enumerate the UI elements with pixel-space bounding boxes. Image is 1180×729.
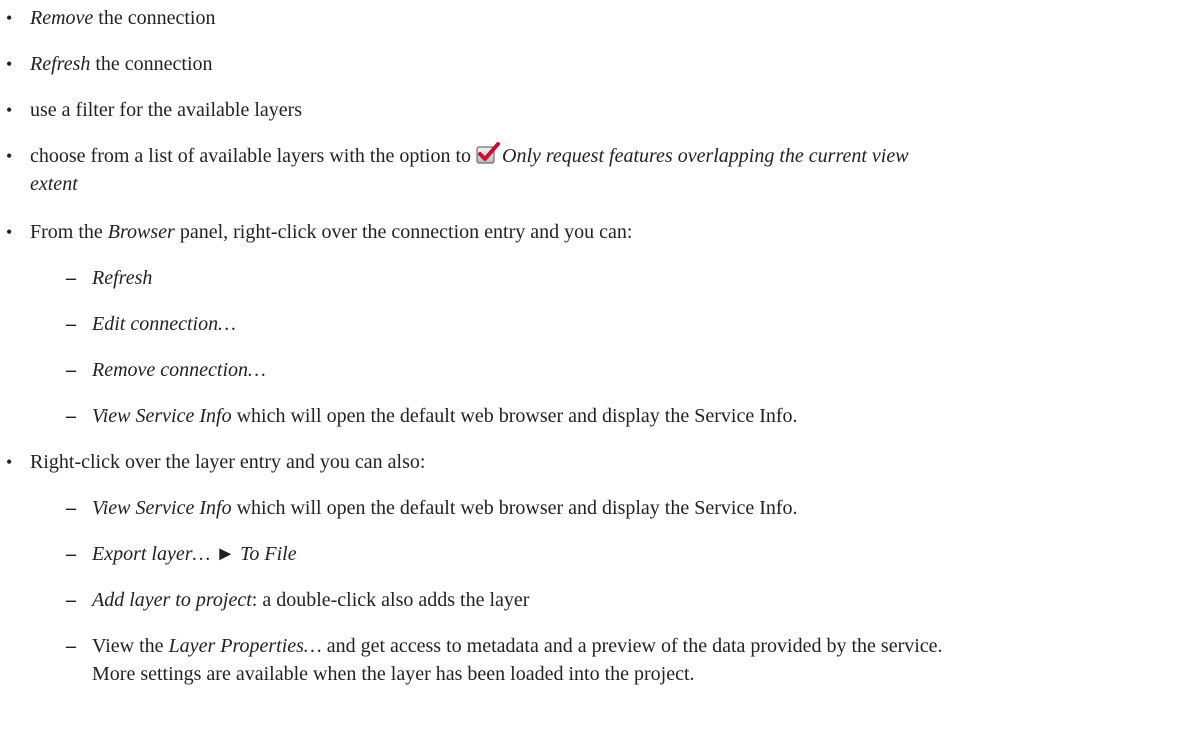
- dash-marker: –: [66, 543, 76, 565]
- dash-marker: –: [66, 405, 76, 427]
- dash-marker: –: [66, 635, 76, 657]
- item-text: the connection: [93, 7, 216, 29]
- context-menu-view-service-info: View Service Info: [92, 405, 232, 427]
- sub-list-item: – Edit connection…: [66, 310, 236, 338]
- dash-marker: –: [66, 313, 76, 335]
- item-text: use a filter for the available layers: [30, 99, 303, 121]
- context-menu-edit-connection: Edit connection…: [92, 313, 236, 335]
- list-item: • Right-click over the layer entry and y…: [6, 448, 425, 476]
- item-text-cont: More settings are available when the lay…: [92, 663, 695, 685]
- list-item: • From the Browser panel, right-click ov…: [6, 218, 632, 246]
- bullet-marker: •: [6, 100, 13, 120]
- item-text: choose from a list of available layers w…: [30, 145, 476, 167]
- sub-list-item: – Refresh: [66, 264, 152, 292]
- item-text: Right-click over the layer entry and you…: [30, 451, 426, 473]
- document-body: • Remove the connection • Refresh the co…: [0, 0, 1180, 729]
- layer-menu-layer-properties: Layer Properties…: [168, 635, 322, 657]
- sub-list-item: – Add layer to project: a double-click a…: [66, 586, 529, 614]
- menu-action-remove: Remove: [30, 7, 94, 29]
- dash-marker: –: [66, 589, 76, 611]
- item-text: View the: [92, 635, 169, 657]
- submenu-arrow: ►: [210, 543, 241, 565]
- layer-menu-view-service-info: View Service Info: [92, 497, 232, 519]
- item-text: and get access to metadata and a preview…: [321, 635, 943, 657]
- option-only-request-features: Only request features overlapping the cu…: [502, 145, 909, 167]
- sub-list-item: – Export layer… ► To File: [66, 540, 297, 568]
- list-item: • use a filter for the available layers: [6, 96, 302, 124]
- list-item: • Refresh the connection: [6, 50, 213, 78]
- dash-marker: –: [66, 267, 76, 289]
- item-text: which will open the default web browser …: [231, 405, 798, 427]
- layer-menu-export-layer: Export layer…: [92, 543, 211, 565]
- sub-list-item: – View the Layer Properties… and get acc…: [66, 632, 943, 688]
- layer-menu-add-layer: Add layer to project: [92, 589, 252, 611]
- bullet-marker: •: [6, 54, 13, 74]
- option-only-request-features-cont: extent: [30, 173, 78, 195]
- sub-list-item: – View Service Info which will open the …: [66, 402, 798, 430]
- dash-marker: –: [66, 359, 76, 381]
- item-text: which will open the default web browser …: [231, 497, 798, 519]
- bullet-marker: •: [6, 8, 13, 28]
- bullet-marker: •: [6, 222, 13, 242]
- bullet-marker: •: [6, 452, 13, 472]
- browser-panel-ref: Browser: [107, 221, 175, 243]
- list-item: • Remove the connection: [6, 4, 215, 32]
- item-text: panel, right-click over the connection e…: [174, 221, 633, 243]
- layer-menu-to-file: To File: [240, 543, 297, 565]
- dash-marker: –: [66, 497, 76, 519]
- item-text: the connection: [90, 53, 213, 75]
- checked-checkbox-icon: [476, 142, 500, 164]
- bullet-marker: •: [6, 146, 13, 166]
- context-menu-refresh: Refresh: [92, 267, 153, 289]
- sub-list-item: – Remove connection…: [66, 356, 266, 384]
- menu-action-refresh: Refresh: [30, 53, 91, 75]
- sub-list-item: – View Service Info which will open the …: [66, 494, 798, 522]
- list-item: • choose from a list of available layers…: [6, 142, 909, 198]
- item-text: From the: [30, 221, 108, 243]
- context-menu-remove-connection: Remove connection…: [92, 359, 266, 381]
- item-text: : a double-click also adds the layer: [251, 589, 530, 611]
